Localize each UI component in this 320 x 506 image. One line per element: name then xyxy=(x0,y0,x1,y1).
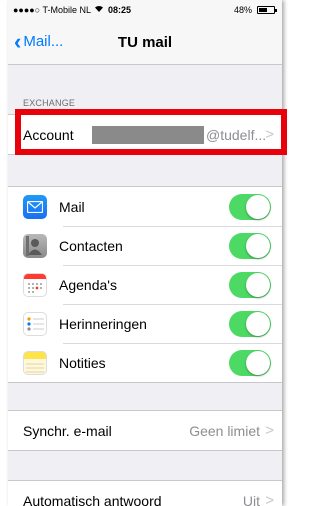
exchange-group: Account @tudelf... > xyxy=(8,114,282,155)
wifi-icon xyxy=(94,4,104,15)
status-bar: ●●●●○ T-Mobile NL 08:25 48% xyxy=(8,0,282,20)
toggle-knob xyxy=(246,272,270,297)
sync-group: Synchr. e-mail Geen limiet > xyxy=(8,410,282,451)
navigation-bar: ‹ Mail... TU mail xyxy=(8,20,282,65)
reminders-toggle[interactable] xyxy=(229,310,271,337)
clock: 08:25 xyxy=(108,5,132,15)
chevron-right-icon: > xyxy=(265,422,274,439)
auto-reply-value: Uit xyxy=(242,492,260,506)
sync-mail-label: Synchr. e-mail xyxy=(23,422,112,439)
toggle-knob xyxy=(246,233,270,258)
battery-percent: 48% xyxy=(233,5,252,15)
service-row-contacts: Contacten xyxy=(8,226,282,265)
mail-toggle[interactable] xyxy=(229,193,271,220)
chevron-right-icon: > xyxy=(265,492,274,506)
toggle-knob xyxy=(246,311,270,336)
service-row-reminders: Herinneringen xyxy=(8,304,282,343)
notes-toggle[interactable] xyxy=(229,349,271,376)
contacts-toggle[interactable] xyxy=(229,232,271,259)
page-title: TU mail xyxy=(117,34,173,51)
service-row-calendar: Agenda's xyxy=(8,265,282,304)
auto-reply-label: Automatisch antwoord xyxy=(23,492,162,506)
toggle-knob xyxy=(246,194,270,219)
chevron-right-icon: > xyxy=(265,126,274,143)
mail-icon xyxy=(23,194,47,219)
sync-mail-row[interactable]: Synchr. e-mail Geen limiet > xyxy=(8,411,282,450)
section-header-exchange: EXCHANGE xyxy=(23,98,76,108)
account-redacted-value xyxy=(92,126,204,144)
notes-icon xyxy=(23,350,47,375)
account-value: @tudelf... xyxy=(206,126,267,143)
toggle-knob xyxy=(246,350,270,375)
service-label: Contacten xyxy=(59,237,123,254)
services-group: Mail Contacten Agenda's Herinneringen No… xyxy=(8,186,282,383)
service-row-mail: Mail xyxy=(8,187,282,226)
sync-mail-value: Geen limiet xyxy=(189,422,260,439)
service-label: Mail xyxy=(59,198,85,215)
contacts-icon xyxy=(23,233,47,258)
calendar-icon xyxy=(23,272,47,297)
service-row-notes: Notities xyxy=(8,343,282,382)
service-label: Notities xyxy=(59,354,106,371)
settings-screen: ●●●●○ T-Mobile NL 08:25 48% ‹ Mail... TU… xyxy=(8,0,282,506)
account-row[interactable]: Account @tudelf... > xyxy=(8,115,282,154)
service-label: Agenda's xyxy=(59,276,117,293)
carrier-label: ●●●●○ T-Mobile NL xyxy=(13,5,92,15)
reminders-icon xyxy=(23,311,47,336)
service-label: Herinneringen xyxy=(59,315,147,332)
auto-reply-row[interactable]: Automatisch antwoord Uit > xyxy=(8,481,282,506)
battery-icon xyxy=(257,6,277,14)
account-label: Account xyxy=(23,126,74,143)
calendar-toggle[interactable] xyxy=(229,271,271,298)
auto-reply-group: Automatisch antwoord Uit > xyxy=(8,480,282,506)
